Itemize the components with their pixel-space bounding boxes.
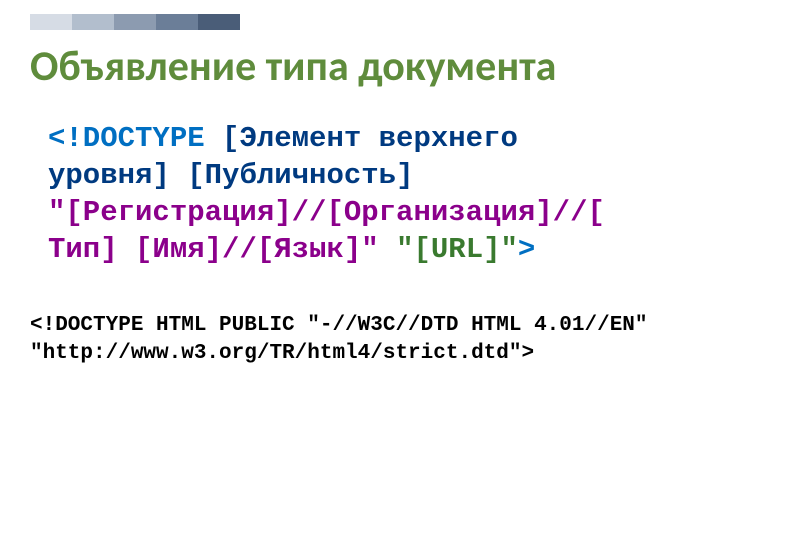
syntax-top-element-2: уровня] <box>48 159 170 192</box>
page-title: Объявление типа документа <box>30 44 770 90</box>
accent-seg-2 <box>72 14 114 30</box>
syntax-url: "[URL]" <box>396 233 518 266</box>
accent-seg-4 <box>156 14 198 30</box>
sp <box>170 159 187 192</box>
syntax-reg-org: [Регистрация]//[Организация]//[ <box>65 196 605 229</box>
example-line-1: <!DOCTYPE HTML PUBLIC "-//W3C//DTD HTML … <box>30 312 770 340</box>
accent-seg-3 <box>114 14 156 30</box>
syntax-publicity: [Публичность] <box>187 159 413 192</box>
doctype-syntax: <!DOCTYPE [Элемент верхнего уровня] [Пуб… <box>48 120 770 268</box>
sp <box>118 233 135 266</box>
syntax-quote-close: " <box>361 233 378 266</box>
syntax-type: Тип] <box>48 233 118 266</box>
doctype-example: <!DOCTYPE HTML PUBLIC "-//W3C//DTD HTML … <box>30 312 770 369</box>
slide: Объявление типа документа <!DOCTYPE [Эле… <box>0 0 800 554</box>
syntax-quote-open: " <box>48 196 65 229</box>
accent-seg-1 <box>30 14 72 30</box>
example-line-2: "http://www.w3.org/TR/html4/strict.dtd"> <box>30 340 770 368</box>
accent-seg-5 <box>198 14 240 30</box>
syntax-doctype-open: <!DOCTYPE <box>48 122 222 155</box>
syntax-gt: > <box>518 233 535 266</box>
accent-bar <box>30 14 240 30</box>
syntax-top-element-1: [Элемент верхнего <box>222 122 518 155</box>
syntax-name-lang: [Имя]//[Язык] <box>135 233 361 266</box>
sp <box>379 233 396 266</box>
